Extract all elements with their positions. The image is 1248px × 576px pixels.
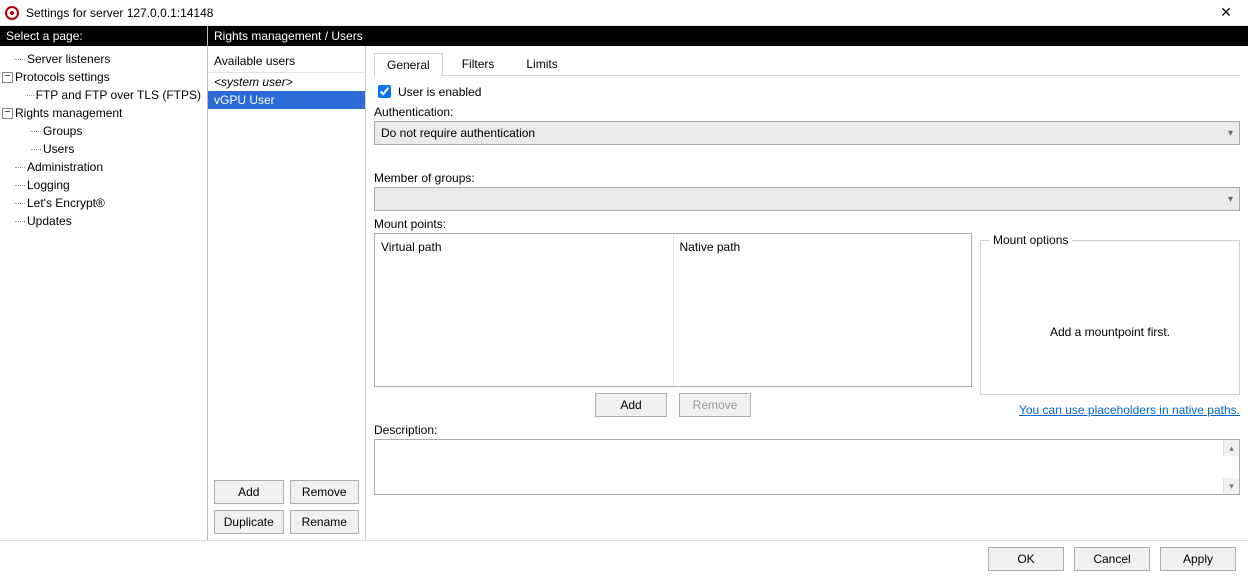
tree-item-logging[interactable]: Logging <box>2 176 205 194</box>
mount-points-label: Mount points: <box>374 217 1240 231</box>
chevron-down-icon: ▾ <box>1228 194 1233 205</box>
main-pane: General Filters Limits User is enabled A… <box>366 46 1248 540</box>
tree-item-updates[interactable]: Updates <box>2 212 205 230</box>
tree-item-protocols[interactable]: −Protocols settings <box>2 68 205 86</box>
titlebar: Settings for server 127.0.0.1:14148 ✕ <box>0 0 1248 26</box>
window-title: Settings for server 127.0.0.1:14148 <box>26 6 1208 20</box>
placeholders-link[interactable]: You can use placeholders in native paths… <box>980 403 1240 417</box>
mount-table[interactable]: Virtual path Native path <box>374 233 972 387</box>
scroll-up-icon[interactable]: ▴ <box>1223 440 1239 456</box>
mount-col-virtual: Virtual path <box>375 234 674 386</box>
nav-header: Select a page: <box>0 26 207 46</box>
content-panel: Rights management / Users Available user… <box>208 26 1248 540</box>
scroll-down-icon[interactable]: ▾ <box>1223 478 1239 494</box>
tabs: General Filters Limits <box>374 52 1240 76</box>
tree-item-ftps[interactable]: FTP and FTP over TLS (FTPS) <box>2 86 205 104</box>
content-header: Rights management / Users <box>208 26 1248 46</box>
apply-button[interactable]: Apply <box>1160 547 1236 571</box>
ok-button[interactable]: OK <box>988 547 1064 571</box>
nav-tree: Server listeners −Protocols settings FTP… <box>0 46 207 234</box>
mount-col-native: Native path <box>674 234 972 386</box>
cancel-button[interactable]: Cancel <box>1074 547 1150 571</box>
description-textarea[interactable]: ▴ ▾ <box>374 439 1240 495</box>
user-add-button[interactable]: Add <box>214 480 284 504</box>
user-item-vgpu[interactable]: vGPU User <box>208 91 365 109</box>
tab-limits[interactable]: Limits <box>513 52 570 75</box>
mount-remove-button[interactable]: Remove <box>679 393 751 417</box>
nav-panel: Select a page: Server listeners −Protoco… <box>0 26 208 540</box>
app-icon <box>4 5 20 21</box>
tab-filters[interactable]: Filters <box>449 52 508 75</box>
collapse-icon[interactable]: − <box>2 72 13 83</box>
mount-options-label: Mount options <box>989 233 1072 247</box>
tab-general[interactable]: General <box>374 53 443 76</box>
member-groups-label: Member of groups: <box>374 171 1240 185</box>
member-groups-select[interactable]: ▾ <box>374 187 1240 211</box>
user-list[interactable]: <system user> vGPU User <box>208 72 365 474</box>
user-enabled-checkbox[interactable]: User is enabled <box>374 82 1240 101</box>
mount-options-box: Mount options Add a mountpoint first. <box>980 233 1240 395</box>
tree-item-rights[interactable]: −Rights management <box>2 104 205 122</box>
user-enabled-input[interactable] <box>378 85 391 98</box>
collapse-icon[interactable]: − <box>2 108 13 119</box>
tree-item-administration[interactable]: Administration <box>2 158 205 176</box>
chevron-down-icon: ▾ <box>1228 128 1233 139</box>
authentication-label: Authentication: <box>374 105 1240 119</box>
tree-item-letsencrypt[interactable]: Let's Encrypt® <box>2 194 205 212</box>
tree-item-server-listeners[interactable]: Server listeners <box>2 50 205 68</box>
user-rename-button[interactable]: Rename <box>290 510 360 534</box>
tree-item-groups[interactable]: Groups <box>2 122 205 140</box>
authentication-select[interactable]: Do not require authentication ▾ <box>374 121 1240 145</box>
user-duplicate-button[interactable]: Duplicate <box>214 510 284 534</box>
footer: OK Cancel Apply <box>0 540 1248 576</box>
tree-item-users[interactable]: Users <box>2 140 205 158</box>
user-panel-heading: Available users <box>208 46 365 72</box>
user-item-system[interactable]: <system user> <box>208 73 365 91</box>
close-icon[interactable]: ✕ <box>1208 0 1244 26</box>
description-label: Description: <box>374 423 1240 437</box>
mount-add-button[interactable]: Add <box>595 393 667 417</box>
user-panel: Available users <system user> vGPU User … <box>208 46 366 540</box>
user-remove-button[interactable]: Remove <box>290 480 360 504</box>
mount-options-msg: Add a mountpoint first. <box>989 325 1231 339</box>
